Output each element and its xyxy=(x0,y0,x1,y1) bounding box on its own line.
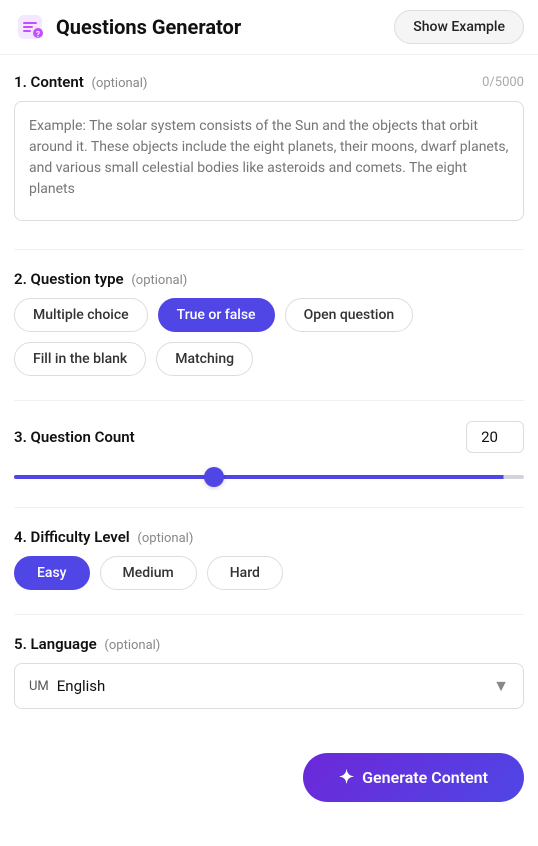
sparkle-icon: ✦ xyxy=(339,767,354,788)
difficulty-medium[interactable]: Medium xyxy=(100,556,197,590)
header-left: ? Questions Generator xyxy=(14,11,241,43)
language-optional: (optional) xyxy=(104,638,160,653)
language-name: English xyxy=(57,677,106,695)
content-textarea[interactable] xyxy=(14,101,524,221)
difficulty-hard[interactable]: Hard xyxy=(207,556,283,590)
generate-btn-container: ✦ Generate Content xyxy=(0,733,538,832)
generate-content-button[interactable]: ✦ Generate Content xyxy=(303,753,524,802)
questions-generator-icon: ? xyxy=(14,11,46,43)
content-section: 1. Content (optional) 0/5000 xyxy=(14,73,524,225)
question-type-optional: (optional) xyxy=(131,273,187,288)
question-count-header: 3. Question Count xyxy=(14,421,524,453)
divider-4 xyxy=(14,614,524,615)
difficulty-optional: (optional) xyxy=(137,531,193,546)
type-matching[interactable]: Matching xyxy=(156,342,253,376)
difficulty-label: 4. Difficulty Level (optional) xyxy=(14,528,524,546)
content-optional: (optional) xyxy=(92,76,148,91)
content-section-label: 1. Content (optional) 0/5000 xyxy=(14,73,524,91)
divider-1 xyxy=(14,249,524,250)
difficulty-section: 4. Difficulty Level (optional) Easy Medi… xyxy=(14,528,524,590)
language-flag: UM xyxy=(29,679,49,694)
question-type-label: 2. Question type (optional) xyxy=(14,270,524,288)
type-open-question[interactable]: Open question xyxy=(285,298,414,332)
question-count-label: 3. Question Count xyxy=(14,428,135,446)
app-header: ? Questions Generator Show Example xyxy=(0,0,538,55)
question-count-slider[interactable] xyxy=(14,475,524,479)
chevron-down-icon: ▼ xyxy=(493,676,509,696)
language-section: 5. Language (optional) UM English ▼ xyxy=(14,635,524,709)
generate-content-label: Generate Content xyxy=(362,768,488,787)
slider-container xyxy=(14,465,524,483)
question-count-input[interactable] xyxy=(466,421,524,453)
content-label-text: 1. Content (optional) xyxy=(14,73,147,91)
type-true-or-false[interactable]: True or false xyxy=(158,298,275,332)
difficulty-easy[interactable]: Easy xyxy=(14,556,90,590)
divider-3 xyxy=(14,507,524,508)
type-multiple-choice[interactable]: Multiple choice xyxy=(14,298,148,332)
question-type-section: 2. Question type (optional) Multiple cho… xyxy=(14,270,524,376)
content-char-count: 0/5000 xyxy=(482,75,524,90)
app-title: Questions Generator xyxy=(56,15,241,39)
question-type-options: Multiple choice True or false Open quest… xyxy=(14,298,524,376)
language-left: UM English xyxy=(29,677,105,695)
type-fill-in-the-blank[interactable]: Fill in the blank xyxy=(14,342,146,376)
main-content: 1. Content (optional) 0/5000 2. Question… xyxy=(0,55,538,709)
divider-2 xyxy=(14,400,524,401)
difficulty-options: Easy Medium Hard xyxy=(14,556,524,590)
language-label: 5. Language (optional) xyxy=(14,635,524,653)
language-select[interactable]: UM English ▼ xyxy=(14,663,524,709)
show-example-button[interactable]: Show Example xyxy=(394,10,524,44)
question-count-section: 3. Question Count xyxy=(14,421,524,483)
svg-text:?: ? xyxy=(36,30,40,39)
